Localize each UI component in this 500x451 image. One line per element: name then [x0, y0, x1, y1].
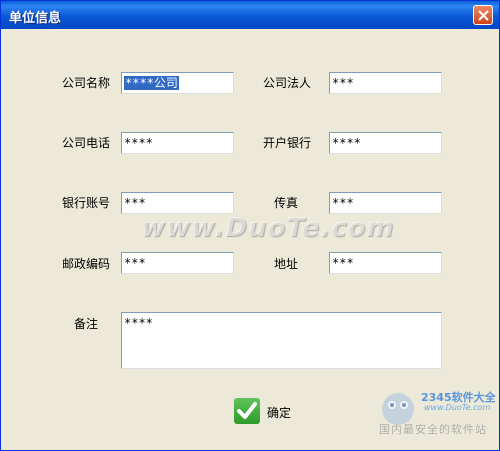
- checkmark-icon: [237, 402, 257, 419]
- company-name-field[interactable]: ****公司: [121, 72, 234, 94]
- close-button[interactable]: [473, 5, 493, 25]
- ok-button[interactable]: [234, 398, 260, 424]
- bank-account-field[interactable]: ***: [121, 192, 234, 214]
- legal-person-field[interactable]: ***: [329, 72, 442, 94]
- memo-label: 备注: [74, 317, 99, 331]
- company-phone-label: 公司电话: [62, 136, 111, 150]
- memo-textarea[interactable]: ****: [121, 312, 442, 369]
- fax-field[interactable]: ***: [329, 192, 442, 214]
- address-field[interactable]: ***: [329, 252, 442, 274]
- close-icon: [478, 10, 489, 21]
- watermark-tagline: 国内最安全的软件站: [379, 423, 487, 436]
- postal-code-field[interactable]: ***: [121, 252, 234, 274]
- watermark-text: www.DuoTe.com: [141, 213, 395, 243]
- bank-account-label: 银行账号: [62, 196, 111, 210]
- address-label: 地址: [274, 257, 299, 271]
- title-bar[interactable]: 单位信息: [1, 1, 499, 29]
- watermark-url: www.DuoTe.com: [424, 403, 491, 412]
- bank-field[interactable]: ****: [329, 132, 442, 154]
- company-name-value: ****公司: [124, 76, 179, 90]
- company-phone-field[interactable]: ****: [121, 132, 234, 154]
- window-title: 单位信息: [9, 11, 62, 26]
- bank-label: 开户银行: [263, 136, 312, 150]
- ok-button-label[interactable]: 确定: [267, 404, 291, 421]
- dialog-window: 单位信息 公司名称 ****公司 公司法人 *** 公司电话 **** 开户银行…: [0, 0, 500, 451]
- company-name-label: 公司名称: [62, 76, 111, 90]
- postal-code-label: 邮政编码: [62, 257, 111, 271]
- legal-person-label: 公司法人: [263, 76, 312, 90]
- fax-label: 传真: [274, 196, 299, 210]
